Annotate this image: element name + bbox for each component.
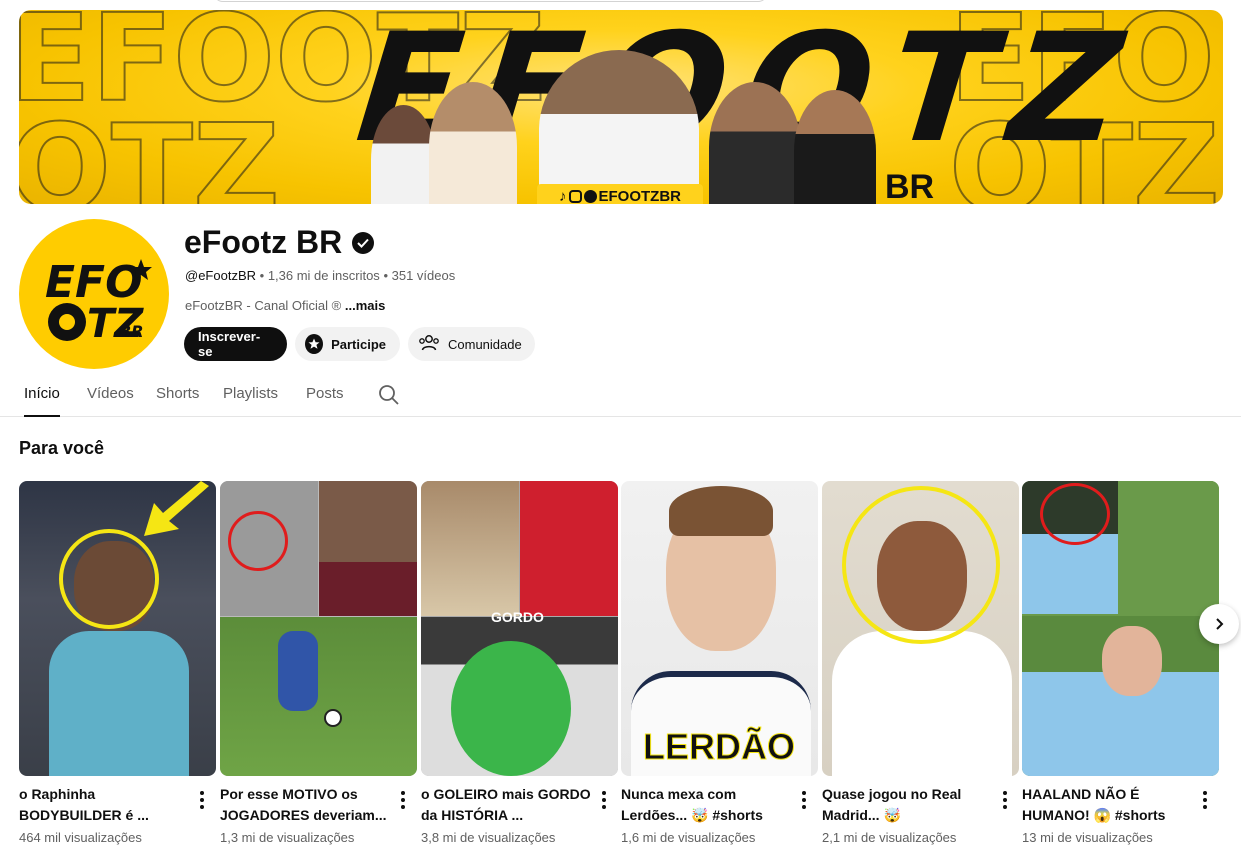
thumb-person-shirt: [49, 631, 189, 776]
thumb-face: [1102, 626, 1162, 696]
video-card[interactable]: Quase jogou no Real Madrid... 🤯 2,1 mi d…: [822, 481, 1019, 845]
meta-separator: •: [259, 268, 265, 283]
video-title[interactable]: Quase jogou no Real Madrid... 🤯: [822, 784, 992, 826]
tab-shorts[interactable]: Shorts: [156, 385, 199, 417]
video-views: 13 mi de visualizações: [1022, 830, 1153, 845]
banner-player-2: [429, 82, 517, 204]
thumb-panel-bayern: [520, 481, 618, 616]
verified-check-icon: [352, 231, 375, 254]
description-text: eFootzBR - Canal Oficial ®: [185, 298, 342, 313]
channel-description[interactable]: eFootzBR - Canal Oficial ® ...mais: [185, 298, 385, 313]
more-options-icon[interactable]: [802, 791, 806, 812]
video-card[interactable]: Por esse MOTIVO os JOGADORES deveriam...…: [220, 481, 417, 845]
banner-social-text: EFOOTZBR: [598, 187, 682, 205]
red-circle: [228, 511, 288, 571]
facebook-icon: [583, 189, 597, 203]
thumb-panel-face: [319, 481, 417, 616]
thumb-panel-vintage: [421, 481, 519, 616]
banner-player-3: [539, 50, 699, 204]
banner-player-4: [709, 82, 801, 204]
banner-player-1: [371, 105, 436, 204]
more-options-icon[interactable]: [602, 791, 606, 812]
channel-meta: @eFootzBR • 1,36 mi de inscritos • 351 v…: [185, 268, 455, 283]
video-thumbnail[interactable]: [220, 481, 417, 776]
thumb-hair: [669, 486, 773, 536]
section-title: Para você: [19, 438, 105, 458]
video-thumbnail[interactable]: GORDO: [421, 481, 618, 776]
video-thumbnail[interactable]: [822, 481, 1019, 776]
banner-player-5: [794, 90, 876, 204]
community-button-label: Comunidade: [448, 336, 522, 352]
highlight-circle: [842, 486, 1000, 644]
thumb-overlay-text: LERDÃO: [643, 726, 796, 768]
search-bar-edge[interactable]: [213, 0, 768, 2]
channel-name-row: eFootz BR: [184, 224, 375, 261]
thumb-shirt: [832, 631, 1012, 776]
people-icon: [418, 334, 440, 355]
video-count: 351 vídeos: [391, 268, 456, 283]
thumb-overlay-text: GORDO: [491, 609, 544, 625]
meta-separator-2: •: [383, 268, 388, 283]
channel-tabs: Início Vídeos Shorts Playlists Posts: [0, 372, 1241, 417]
tab-videos[interactable]: Vídeos: [87, 385, 134, 417]
video-card[interactable]: HAALAND NÃO É HUMANO! 😱 #shorts 13 mi de…: [1022, 481, 1219, 845]
star-badge-icon: [305, 334, 324, 354]
tab-inicio[interactable]: Início: [24, 385, 60, 417]
description-more-link[interactable]: ...mais: [345, 298, 385, 313]
ball-icon: [324, 709, 342, 727]
video-title[interactable]: Nunca mexa com Lerdões... 🤯 #shorts: [621, 784, 791, 826]
thumb-panel-match: [1119, 481, 1219, 614]
join-button[interactable]: Participe: [295, 327, 400, 361]
video-title[interactable]: o Raphinha BODYBUILDER é ...: [19, 784, 189, 826]
arrow-icon: [144, 481, 209, 536]
channel-banner: EFOOTZ OTZ EFO OTZ EFOOTZ BR ♪ EFOOTZBR: [19, 10, 1223, 204]
more-options-icon[interactable]: [1203, 791, 1207, 812]
highlight-circle: [59, 529, 159, 629]
banner-subtitle: BR: [885, 168, 935, 204]
subscribe-button[interactable]: Inscrever-se: [184, 327, 287, 361]
video-thumbnail[interactable]: [1022, 481, 1219, 776]
channel-search-icon[interactable]: [378, 384, 400, 411]
channel-avatar[interactable]: EFO TZ BR: [19, 219, 169, 369]
video-title[interactable]: Por esse MOTIVO os JOGADORES deveriam...: [220, 784, 390, 826]
video-views: 1,6 mi de visualizações: [621, 830, 756, 845]
chevron-right-icon: [1216, 618, 1224, 630]
more-options-icon[interactable]: [401, 791, 405, 812]
more-options-icon[interactable]: [200, 791, 204, 812]
avatar-logo: EFO TZ BR: [45, 257, 152, 347]
more-options-icon[interactable]: [1003, 791, 1007, 812]
channel-name: eFootz BR: [184, 224, 343, 260]
video-views: 3,8 mi de visualizações: [421, 830, 556, 845]
avatar-text-3: BR: [119, 322, 144, 341]
tab-playlists[interactable]: Playlists: [223, 385, 278, 417]
video-title[interactable]: o GOLEIRO mais GORDO da HISTÓRIA ...: [421, 784, 591, 826]
video-views: 464 mil visualizações: [19, 830, 142, 845]
community-button[interactable]: Comunidade: [408, 327, 535, 361]
thumb-panel-field: [220, 617, 417, 776]
video-thumbnail[interactable]: [19, 481, 216, 776]
video-card[interactable]: o Raphinha BODYBUILDER é ... 464 mil vis…: [19, 481, 216, 845]
video-views: 1,3 mi de visualizações: [220, 830, 355, 845]
thumb-player: [278, 631, 318, 711]
channel-handle: @eFootzBR: [185, 268, 256, 283]
tiktok-icon: ♪: [559, 187, 567, 205]
carousel-next-button[interactable]: [1199, 604, 1239, 644]
video-thumbnail[interactable]: LERDÃO: [621, 481, 818, 776]
thumb-goalkeeper: [451, 641, 571, 776]
banner-social-handle: ♪ EFOOTZBR: [537, 184, 703, 204]
video-card[interactable]: GORDO o GOLEIRO mais GORDO da HISTÓRIA .…: [421, 481, 618, 845]
video-title[interactable]: HAALAND NÃO É HUMANO! 😱 #shorts: [1022, 784, 1192, 826]
instagram-icon: [568, 189, 582, 203]
subscriber-count: 1,36 mi de inscritos: [267, 268, 380, 283]
join-button-label: Participe: [331, 336, 386, 352]
tab-posts[interactable]: Posts: [306, 385, 344, 417]
banner-bg-text-bottomleft: OTZ: [19, 100, 280, 204]
video-card[interactable]: LERDÃO Nunca mexa com Lerdões... 🤯 #shor…: [621, 481, 818, 845]
red-circle: [1040, 483, 1110, 545]
video-views: 2,1 mi de visualizações: [822, 830, 957, 845]
